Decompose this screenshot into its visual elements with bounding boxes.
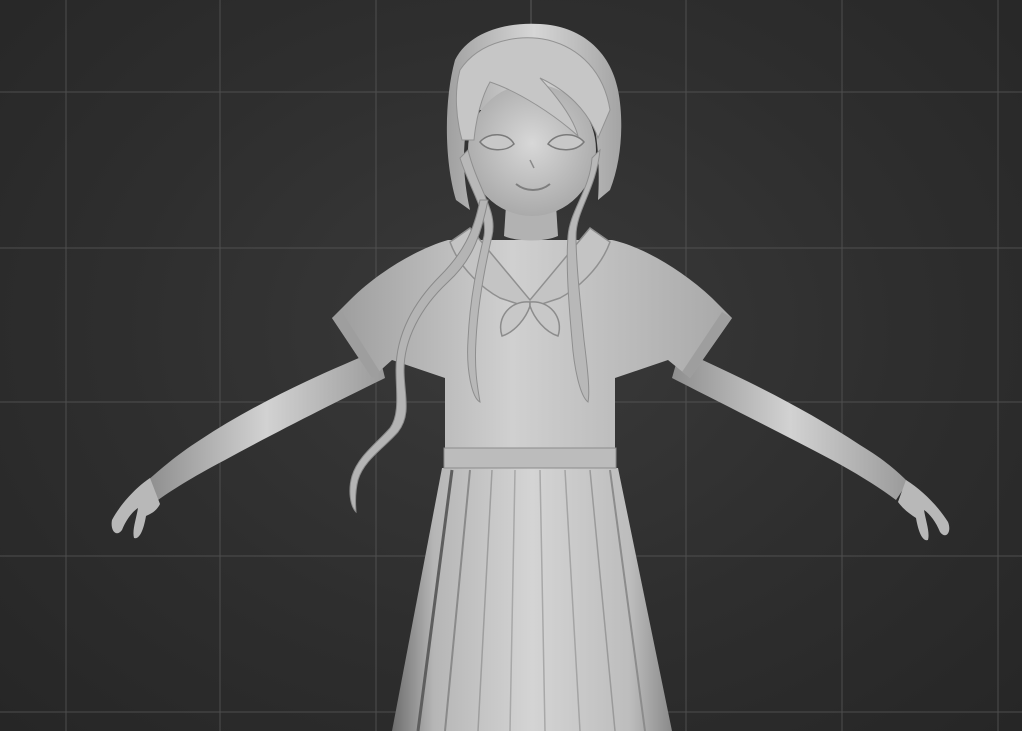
viewport-canvas[interactable] bbox=[0, 0, 1022, 731]
skirt-mesh[interactable] bbox=[392, 468, 672, 731]
right-arm-mesh[interactable] bbox=[672, 350, 950, 541]
left-arm-mesh[interactable] bbox=[111, 350, 385, 539]
character-model[interactable] bbox=[111, 23, 950, 731]
3d-viewport[interactable] bbox=[0, 0, 1022, 731]
